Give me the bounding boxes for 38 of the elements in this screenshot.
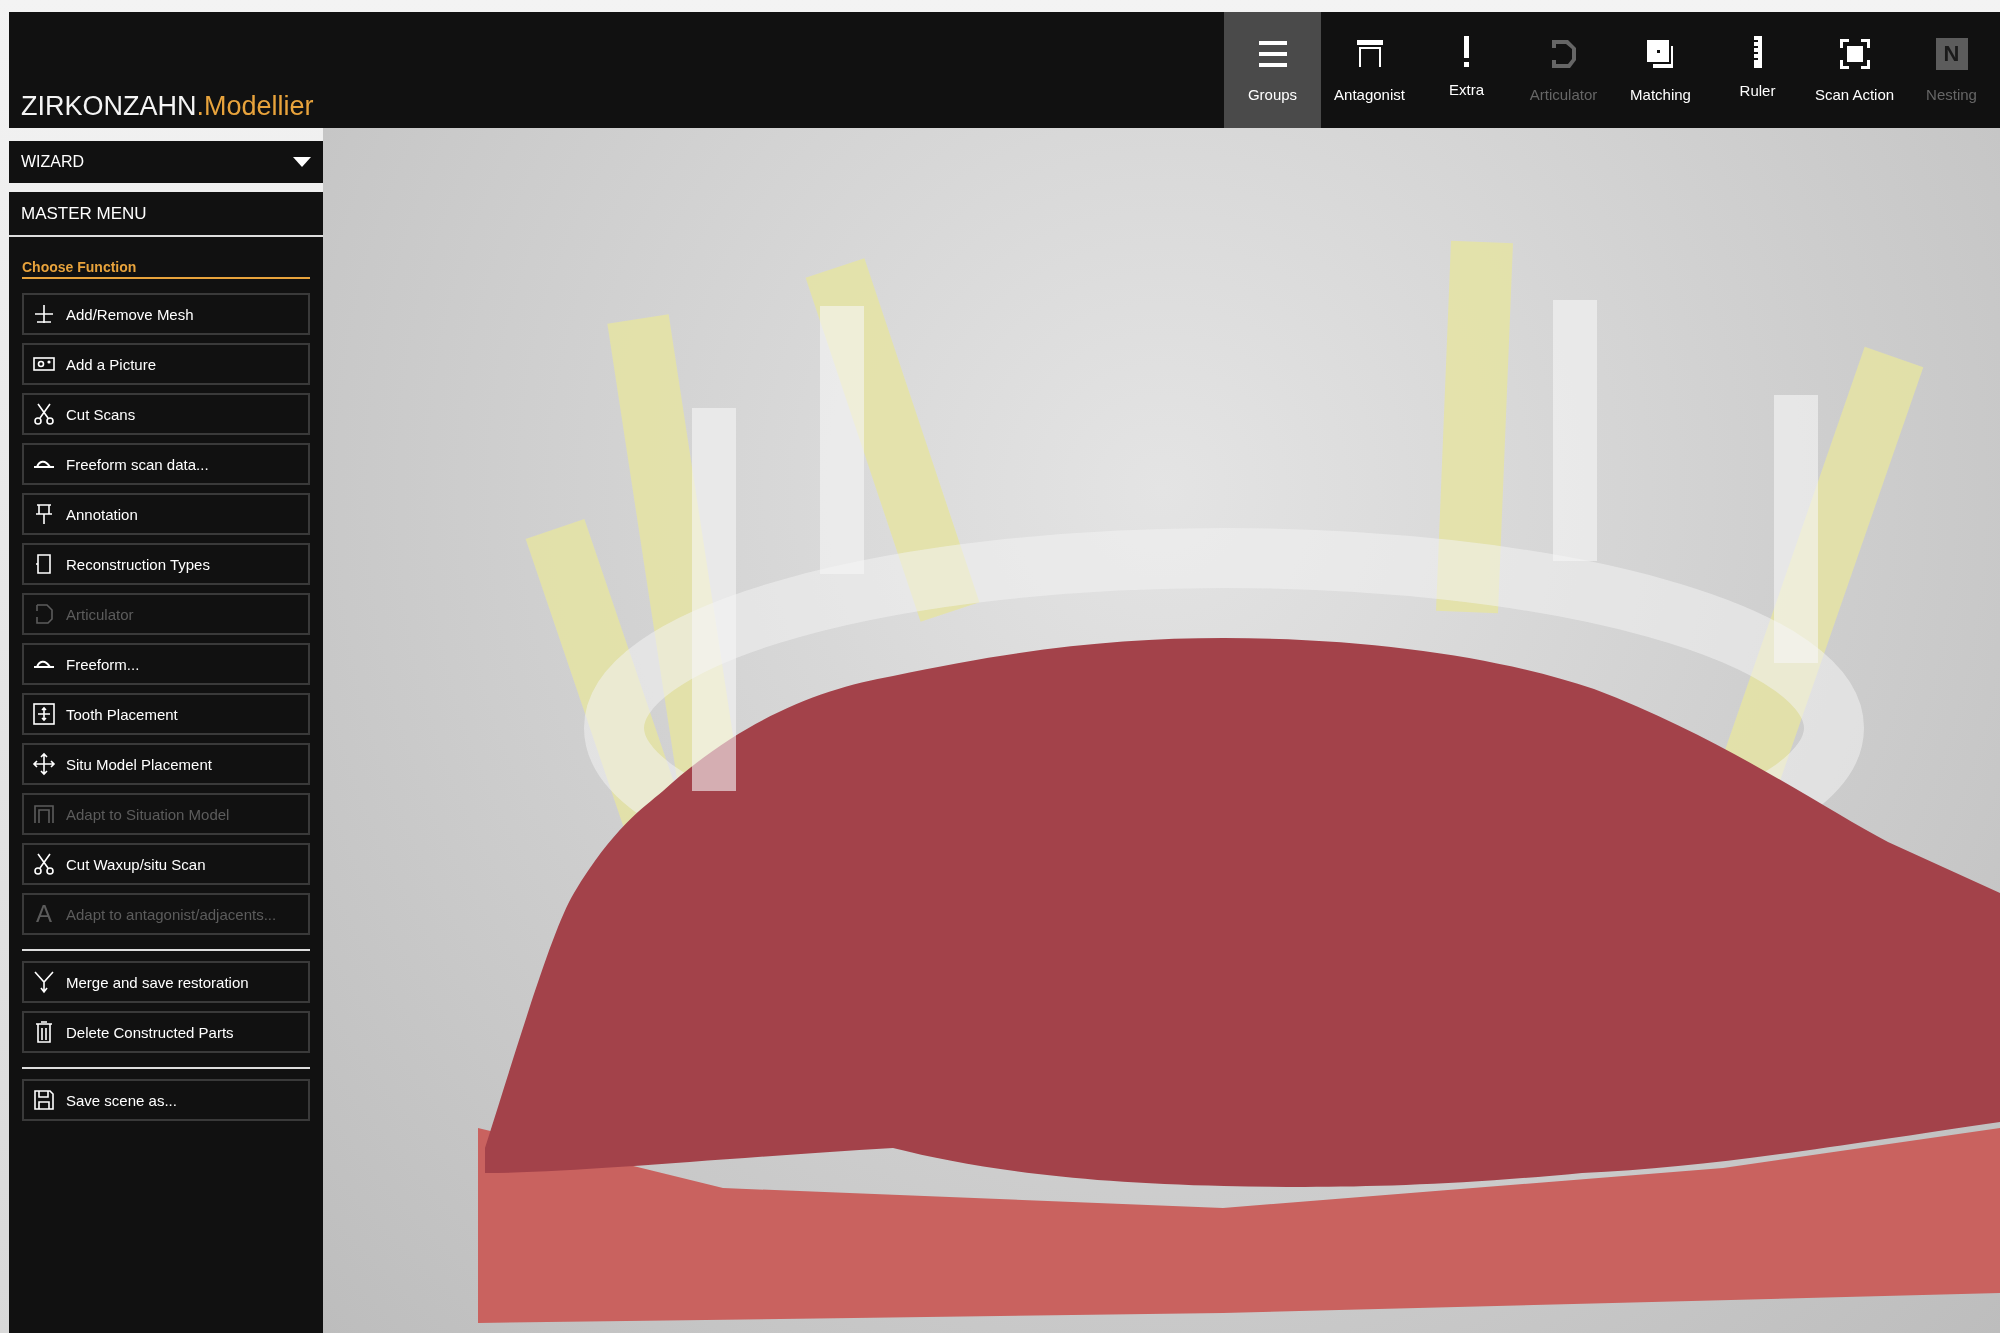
- function-button[interactable]: Delete Constructed Parts: [22, 1011, 310, 1053]
- function-button[interactable]: Freeform scan data...: [22, 443, 310, 485]
- toolbar-button[interactable]: Extra: [1418, 12, 1515, 128]
- function-icon: [32, 802, 56, 826]
- function-icon: [32, 752, 56, 776]
- function-button[interactable]: Cut Scans: [22, 393, 310, 435]
- toolbar-button[interactable]: Ruler: [1709, 12, 1806, 128]
- logo-product: .Modellier: [196, 91, 314, 122]
- wizard-dropdown[interactable]: WIZARD: [9, 141, 323, 183]
- toolbar-button[interactable]: Matching: [1612, 12, 1709, 128]
- function-icon: [32, 402, 56, 426]
- function-icon: [32, 302, 56, 326]
- function-button[interactable]: Save scene as...: [22, 1079, 310, 1121]
- section-title: Choose Function: [22, 259, 310, 279]
- function-button[interactable]: Annotation: [22, 493, 310, 535]
- caret-icon: [293, 156, 311, 168]
- toolbar-button[interactable]: Groups: [1224, 12, 1321, 128]
- function-icon: [32, 702, 56, 726]
- function-icon: [32, 659, 56, 669]
- function-button[interactable]: Add/Remove Mesh: [22, 293, 310, 335]
- letter-icon: A: [32, 900, 56, 928]
- function-icon: [32, 1088, 56, 1112]
- logo-brand: ZIRKONZAHN: [21, 91, 197, 122]
- toolbar-icon: [1751, 34, 1764, 70]
- function-button[interactable]: Reconstruction Types: [22, 543, 310, 585]
- function-button[interactable]: Merge and save restoration: [22, 961, 310, 1003]
- function-button[interactable]: Add a Picture: [22, 343, 310, 385]
- toolbar-button[interactable]: Scan Action: [1806, 12, 1903, 128]
- function-button[interactable]: Tooth Placement: [22, 693, 310, 735]
- function-icon: [32, 459, 56, 469]
- toolbar-button[interactable]: Antagonist: [1321, 12, 1418, 128]
- function-button[interactable]: Freeform...: [22, 643, 310, 685]
- toolbar-icon: [1462, 34, 1471, 69]
- function-icon: [32, 852, 56, 876]
- letter-icon: N: [1935, 38, 1968, 70]
- function-button[interactable]: Cut Waxup/situ Scan: [22, 843, 310, 885]
- function-icon: [32, 970, 56, 994]
- function-button[interactable]: Situ Model Placement: [22, 743, 310, 785]
